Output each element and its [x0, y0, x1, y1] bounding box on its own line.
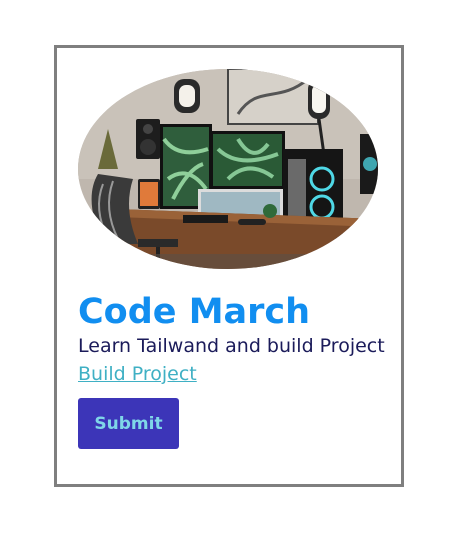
- submit-button[interactable]: Submit: [78, 398, 179, 449]
- card-title: Code March: [78, 292, 311, 332]
- build-project-link[interactable]: Build Project: [78, 362, 197, 386]
- project-card: Code March Learn Tailwand and build Proj…: [54, 45, 404, 487]
- desk-setup-photo: [78, 69, 378, 269]
- card-subtitle: Learn Tailwand and build Project: [78, 335, 385, 357]
